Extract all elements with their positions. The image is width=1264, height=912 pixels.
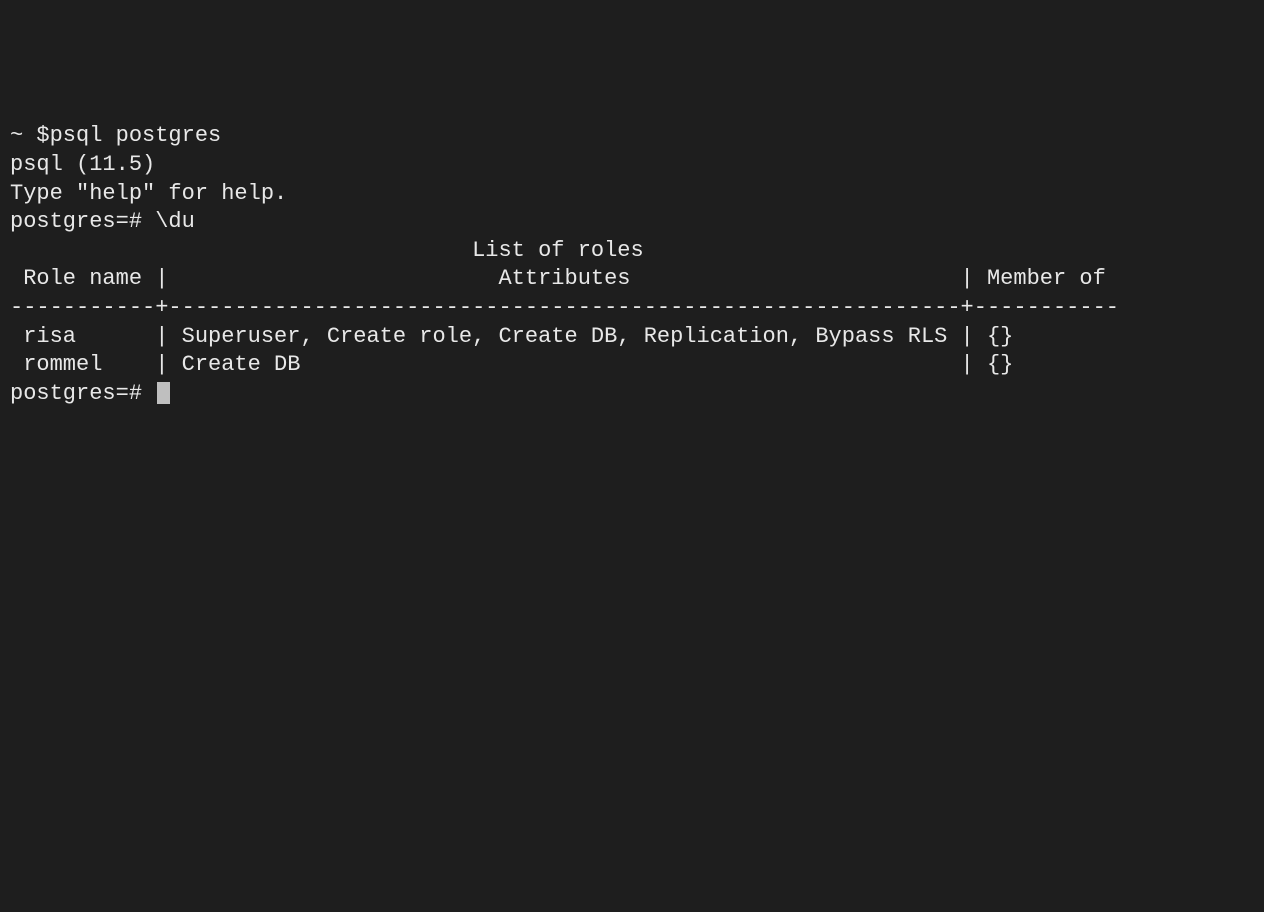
shell-command-line: ~ $psql postgres — [10, 122, 1254, 151]
roles-table-separator: -----------+----------------------------… — [10, 294, 1254, 323]
table-row: risa | Superuser, Create role, Create DB… — [10, 323, 1254, 352]
psql-version: psql (11.5) — [10, 151, 1254, 180]
table-row: rommel | Create DB | {} — [10, 351, 1254, 380]
cursor-icon — [157, 382, 170, 404]
psql-help-hint: Type "help" for help. — [10, 180, 1254, 209]
roles-table-title: List of roles — [10, 237, 1254, 266]
roles-table-header: Role name | Attributes | Member of — [10, 265, 1254, 294]
prompt-text: postgres=# — [10, 381, 155, 406]
terminal-window[interactable]: ~ $psql postgrespsql (11.5)Type "help" f… — [10, 122, 1254, 408]
psql-prompt[interactable]: postgres=# — [10, 380, 1254, 409]
psql-du-command: postgres=# \du — [10, 208, 1254, 237]
